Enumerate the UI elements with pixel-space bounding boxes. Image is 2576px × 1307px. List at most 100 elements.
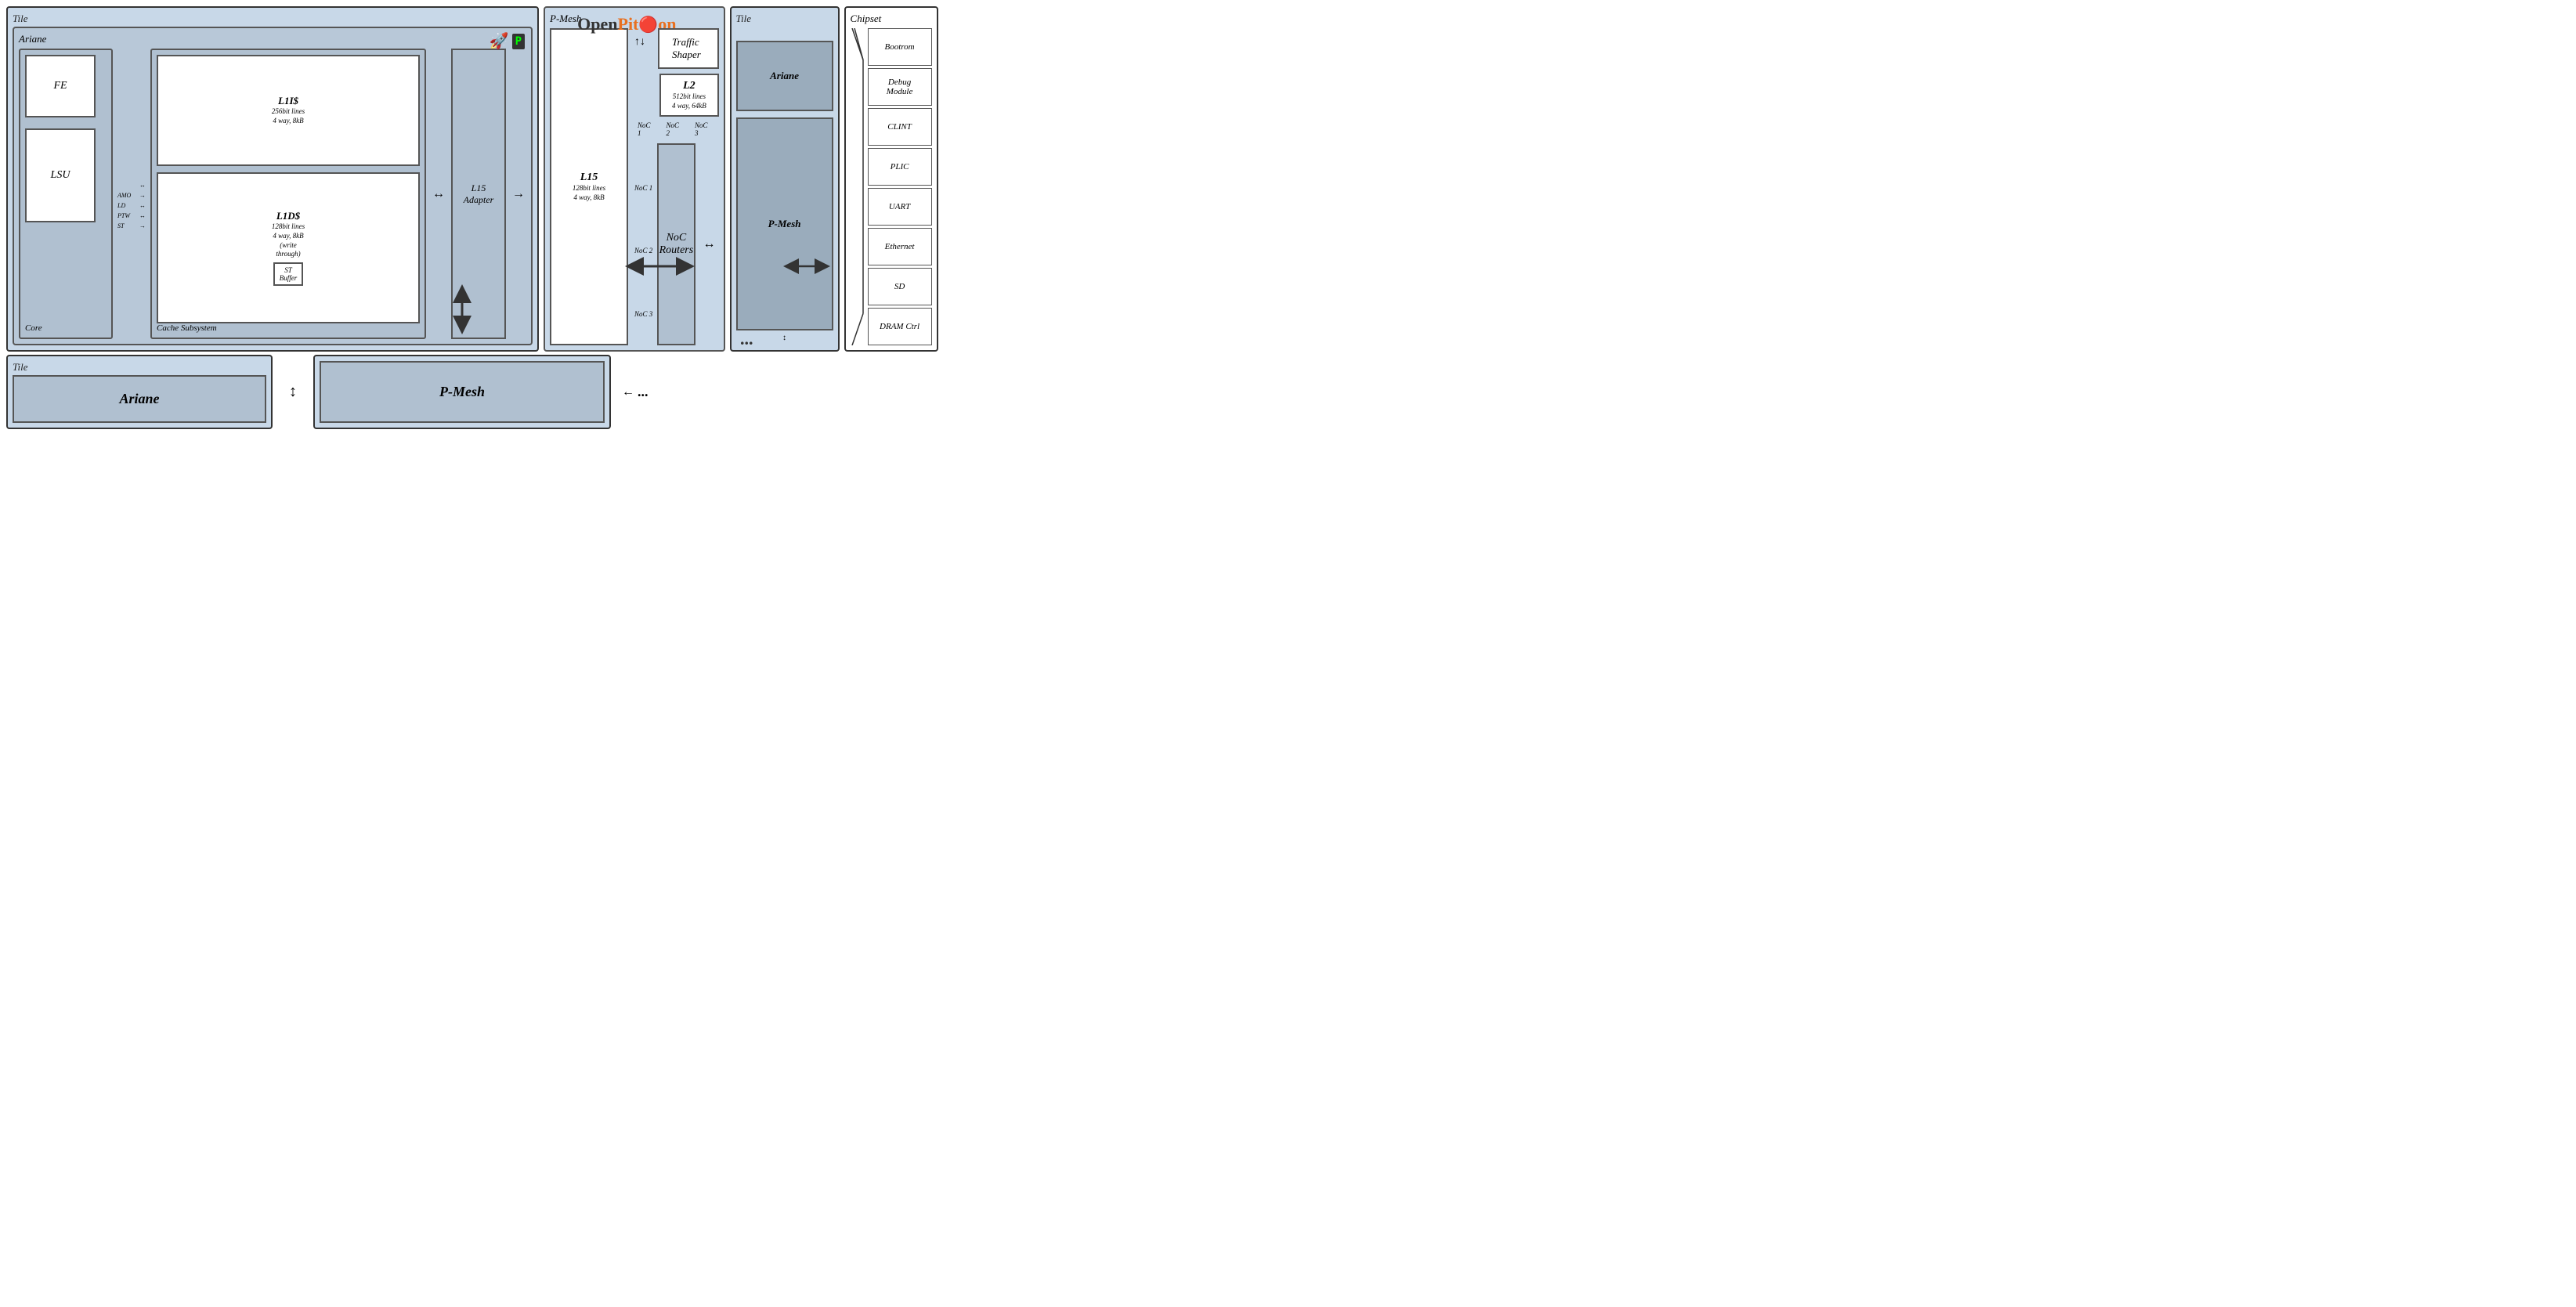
main-tile-label: Tile [13,13,533,25]
fe-label: FE [53,80,67,92]
traffic-shaper-row: ↑↓ Traffic Shaper [634,28,719,69]
cache-left-col: L1I$ 256bit lines 4 way, 8kB L1D$ 128bit… [157,55,420,323]
clint-label: CLINT [887,122,912,132]
chipset-clint: CLINT [868,108,932,146]
lsu-box: LSU [25,128,96,222]
l2-box: L2 512bit lines 4 way, 64kB [659,74,718,117]
left-arrow-dots: ← [622,385,634,399]
noc-routers-area: NoC 1 NoC 2 NoC 3 NoC Routers ↔ [634,143,719,345]
chipset-list: Bootrom DebugModule CLINT PLIC UART [868,28,932,345]
fe-box: FE [25,55,96,117]
noc3-top-label: NoC 3 [695,121,708,137]
traffic-shaper-label: Traffic Shaper [672,36,705,61]
l1d-box: L1D$ 128bit lines 4 way, 8kB (write thro… [157,172,420,323]
chipset-ethernet: Ethernet [868,228,932,265]
bootrom-label: Bootrom [885,42,915,52]
ariane-label: Ariane [19,33,526,45]
core-title: Core [25,323,107,333]
down-arrow: ↕ [782,334,786,342]
chipset-plic: PLIC [868,148,932,186]
l2-sub: 512bit lines 4 way, 64kB [672,92,706,110]
st-buffer-box: ST Buffer [273,262,304,286]
noc-side-labels: NoC 1 NoC 2 NoC 3 [634,143,652,345]
tile-main: Tile Ariane 🚀 P [6,6,539,352]
right-pmesh-label: P-Mesh [768,218,801,230]
l15-arrow-up: ↑↓ [634,36,645,49]
bottom-left-tile-label: Tile [13,361,266,374]
chip-icon: P [512,34,525,49]
bottom-ariane-label: Ariane [119,391,159,407]
amo-arrow: → [139,192,146,199]
cache-subsystem-box: L1I$ 256bit lines 4 way, 8kB L1D$ 128bit… [150,49,426,339]
pmesh-section: P-Mesh OpenPit🔴on L15 128bit lines 4 way… [544,6,725,352]
l1i-sub: 256bit lines 4 way, 8kB [272,107,305,125]
ld-arrow-row: LD ↔ [117,202,146,209]
chipset-title: Chipset [851,13,932,25]
pmesh-right-area: ↑↓ Traffic Shaper L2 512bit lines 4 way,… [634,28,719,345]
chipset-items-area: Bootrom DebugModule CLINT PLIC UART [851,28,932,345]
l1i-box: L1I$ 256bit lines 4 way, 8kB [157,55,420,166]
dram-ctrl-label: DRAM Ctrl [880,322,919,331]
noc3-side-label: NoC 3 [634,310,652,318]
chipset-wire [851,28,865,345]
ariane-icons: 🚀 P [490,31,525,51]
bottom-ariane-box: Ariane [13,375,266,423]
noc-top-labels: NoC 1 NoC 2 NoC 3 [634,121,711,137]
l1d-title: L1D$ [276,210,300,222]
plic-label: PLIC [891,162,909,171]
core-inner: FE LSU [25,55,107,323]
st-label: ST [117,222,124,229]
dots-label: ... [638,384,649,400]
cache-l15-arrow: ↔ [431,49,446,339]
st-arrow: → [139,222,146,229]
l15-adapter-box: L15 Adapter [451,49,506,339]
l15-adapter-to-l15-arrow: → [511,49,526,339]
amo-label: AMO [117,192,131,199]
pmesh-content: L15 128bit lines 4 way, 8kB ↑↓ Traffic S… [550,28,719,345]
vertical-bidirectional-arrow: ↕ [289,383,297,401]
diagram-wrapper: Tile Ariane 🚀 P [0,0,862,435]
chipset-bootrom: Bootrom [868,28,932,66]
noc-routers-label: NoC Routers [659,232,694,257]
ariane-content: FE LSU Core ↔ [19,49,526,339]
noc-right-arrow: ↔ [700,143,719,345]
noc-routers-box: NoC Routers [657,143,695,345]
traffic-shaper-box: Traffic Shaper [658,28,719,69]
sd-label: SD [894,282,905,291]
l15-adapter-label: L15 Adapter [464,182,494,206]
bottom-left-tile: Tile Ariane [6,355,273,429]
wire-svg [851,28,865,345]
bottom-pmesh-box: P-Mesh [320,361,605,423]
lsu-label: LSU [51,169,70,182]
l15-box: L15 128bit lines 4 way, 8kB [550,28,628,345]
rocket-icon: 🚀 [490,31,509,51]
amo-arrow-row: AMO → [117,192,146,199]
l1d-sub: 128bit lines 4 way, 8kB (write through) [272,222,305,259]
right-arrow2: → [512,187,525,201]
debug-module-label: DebugModule [887,78,913,96]
ariane-right-box: Ariane [736,41,833,111]
bottom-row: Tile Ariane ↕ P-Mesh ← ... [0,355,862,435]
noc1-top-label: NoC 1 [638,121,651,137]
chipset-col: Chipset Bootrom [844,6,938,352]
right-arrow: ↔ [432,187,445,201]
core-box: FE LSU Core [19,49,113,339]
vertical-arrow-area: ↕ [277,355,309,429]
arrow-bidirectional: ↔ [139,182,146,189]
ethernet-label: Ethernet [885,242,915,251]
ld-label: LD [117,202,125,209]
dots-area: ← ... [616,355,655,429]
right-tile-label: Tile [736,13,833,25]
chipset-debug-module: DebugModule [868,68,932,106]
pmesh-right-box: P-Mesh [736,117,833,330]
noc2-top-label: NoC 2 [667,121,680,137]
cache-inner: L1I$ 256bit lines 4 way, 8kB L1D$ 128bit… [157,55,420,323]
st-arrow-row: ST → [117,222,146,229]
l2-title: L2 [683,80,695,92]
ptw-arrow-row: PTW ↔ [117,212,146,219]
st-buffer-label: ST Buffer [280,266,298,282]
noc2-side-label: NoC 2 [634,247,652,255]
uart-label: UART [889,202,911,211]
ld-arrow: ↔ [139,202,146,209]
ariane-box: Ariane 🚀 P FE [13,27,533,345]
